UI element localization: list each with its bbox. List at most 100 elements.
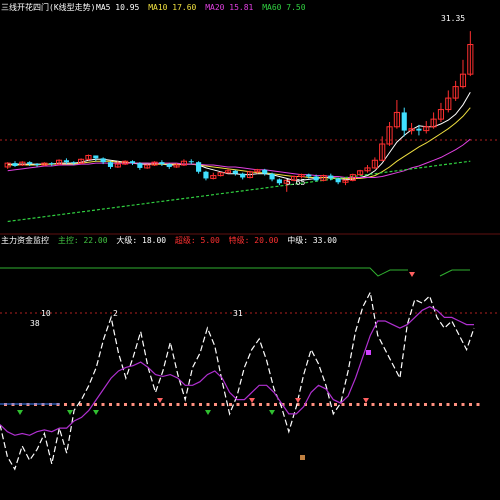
indicator-marker-1: 38	[30, 319, 40, 328]
baseline-dot	[266, 403, 270, 406]
indicator-panel-header: 主力资金监控 主控: 22.00 大级: 18.00 超级: 5.00 特级: …	[1, 236, 337, 246]
baseline-dot	[341, 403, 345, 406]
signal-block	[300, 455, 305, 460]
candle-body-down	[166, 164, 172, 167]
baseline-dot	[364, 403, 367, 406]
indicator-threshold-line-right	[439, 269, 470, 277]
baseline-dot	[109, 403, 112, 406]
indicator-legend-special: 特级: 20.00	[228, 236, 279, 245]
indicator-legend-medium: 中级: 33.00	[287, 236, 337, 245]
baseline-dot	[154, 403, 157, 406]
baseline-dot	[236, 403, 240, 406]
legend-ma5: MA5 10.95	[96, 3, 140, 12]
baseline-dot	[356, 403, 360, 406]
baseline-dot	[454, 403, 457, 406]
candle-body-down	[100, 158, 106, 163]
candle-body-down	[232, 170, 238, 174]
candle-body-down	[34, 164, 40, 166]
baseline-dot	[319, 403, 322, 406]
baseline-dot	[289, 403, 292, 406]
candle-body-down	[276, 179, 282, 184]
legend-ma60: MA60 7.50	[262, 3, 306, 12]
candle-body-down	[401, 112, 407, 131]
candle-body-down	[129, 161, 136, 164]
baseline-dot	[469, 403, 472, 406]
baseline-dot	[214, 403, 217, 406]
baseline-dot	[184, 403, 187, 406]
baseline-dot	[199, 403, 202, 406]
signal-arrow	[205, 410, 211, 415]
indicator-legend-super: 超级: 5.00	[174, 236, 220, 245]
baseline-dot	[446, 403, 450, 406]
price-legend: MA5 10.95 MA10 17.60 MA20 15.81 MA60 7.5…	[96, 3, 306, 13]
baseline-dot	[409, 403, 412, 406]
baseline-dot	[94, 403, 97, 406]
indicator-panel-title: 主力资金监控	[1, 236, 49, 245]
candle-body-down	[328, 175, 334, 179]
baseline-dot	[86, 403, 90, 406]
signal-block	[366, 350, 371, 355]
baseline-dot	[101, 403, 105, 406]
candle-body-down	[71, 162, 77, 164]
baseline-dot	[274, 403, 277, 406]
candle-body-down	[416, 128, 422, 131]
baseline-dot	[326, 403, 330, 406]
candle-body-down	[159, 162, 165, 165]
low-price-label: 5.65	[286, 178, 306, 187]
trading-chart-window: 三线开花四门(K线型走势) MA5 10.95 MA10 17.60 MA20 …	[0, 0, 500, 500]
candle-body-down	[27, 162, 33, 165]
signal-arrow	[409, 272, 415, 277]
baseline-dot	[251, 403, 255, 406]
baseline-dot	[349, 403, 352, 406]
candle-body-down	[63, 160, 69, 163]
candle-body-down	[262, 169, 268, 174]
candle-body-down	[269, 173, 275, 180]
candle-body-down	[49, 163, 55, 165]
signal-arrow	[17, 410, 23, 415]
legend-ma20: MA20 15.81	[205, 3, 254, 12]
candle-body-down	[107, 162, 114, 167]
chart-canvas[interactable]	[0, 0, 500, 500]
baseline-dot	[334, 403, 337, 406]
baseline-dot	[169, 403, 172, 406]
baseline-dot	[244, 403, 247, 406]
signal-arrow	[157, 398, 163, 403]
baseline-dot	[229, 403, 232, 406]
baseline-dot	[386, 403, 390, 406]
signal-arrow	[249, 398, 255, 403]
candle-body-down	[196, 162, 202, 172]
baseline-dot	[206, 403, 210, 406]
baseline-dot	[424, 403, 427, 406]
baseline-dot	[416, 403, 420, 406]
baseline-dot	[259, 403, 262, 406]
signal-arrow	[363, 398, 369, 403]
baseline-dot	[139, 403, 142, 406]
indicator-legend-large: 大级: 18.00	[116, 236, 167, 245]
indicator-marker-3: 2	[113, 309, 118, 318]
candle-body-down	[306, 174, 312, 177]
candle-body-down	[137, 163, 143, 168]
legend-ma10: MA10 17.60	[148, 3, 197, 12]
baseline-dot	[146, 403, 150, 406]
baseline-dot	[71, 403, 75, 406]
baseline-dot	[371, 403, 375, 406]
candle-body-down	[240, 173, 246, 178]
baseline-dot	[161, 403, 165, 406]
candle-body-down	[12, 163, 18, 166]
baseline-dot	[191, 403, 195, 406]
baseline-dot	[311, 403, 315, 406]
signal-arrow	[93, 410, 99, 415]
indicator-threshold-line	[0, 267, 408, 277]
baseline-dot	[124, 403, 127, 406]
price-panel-title-text: 三线开花四门(K线型走势)	[1, 3, 96, 12]
signal-arrow	[295, 398, 301, 403]
baseline-dot	[401, 403, 405, 406]
indicator-marker-2: 10	[41, 309, 51, 318]
baseline-dot	[64, 403, 67, 406]
price-panel-title: 三线开花四门(K线型走势)	[1, 3, 95, 13]
baseline-dot	[476, 403, 480, 406]
indicator-legend-main: 主控: 22.00	[57, 236, 108, 245]
baseline-dot	[431, 403, 435, 406]
baseline-dot	[176, 403, 180, 406]
baseline-dot	[439, 403, 442, 406]
